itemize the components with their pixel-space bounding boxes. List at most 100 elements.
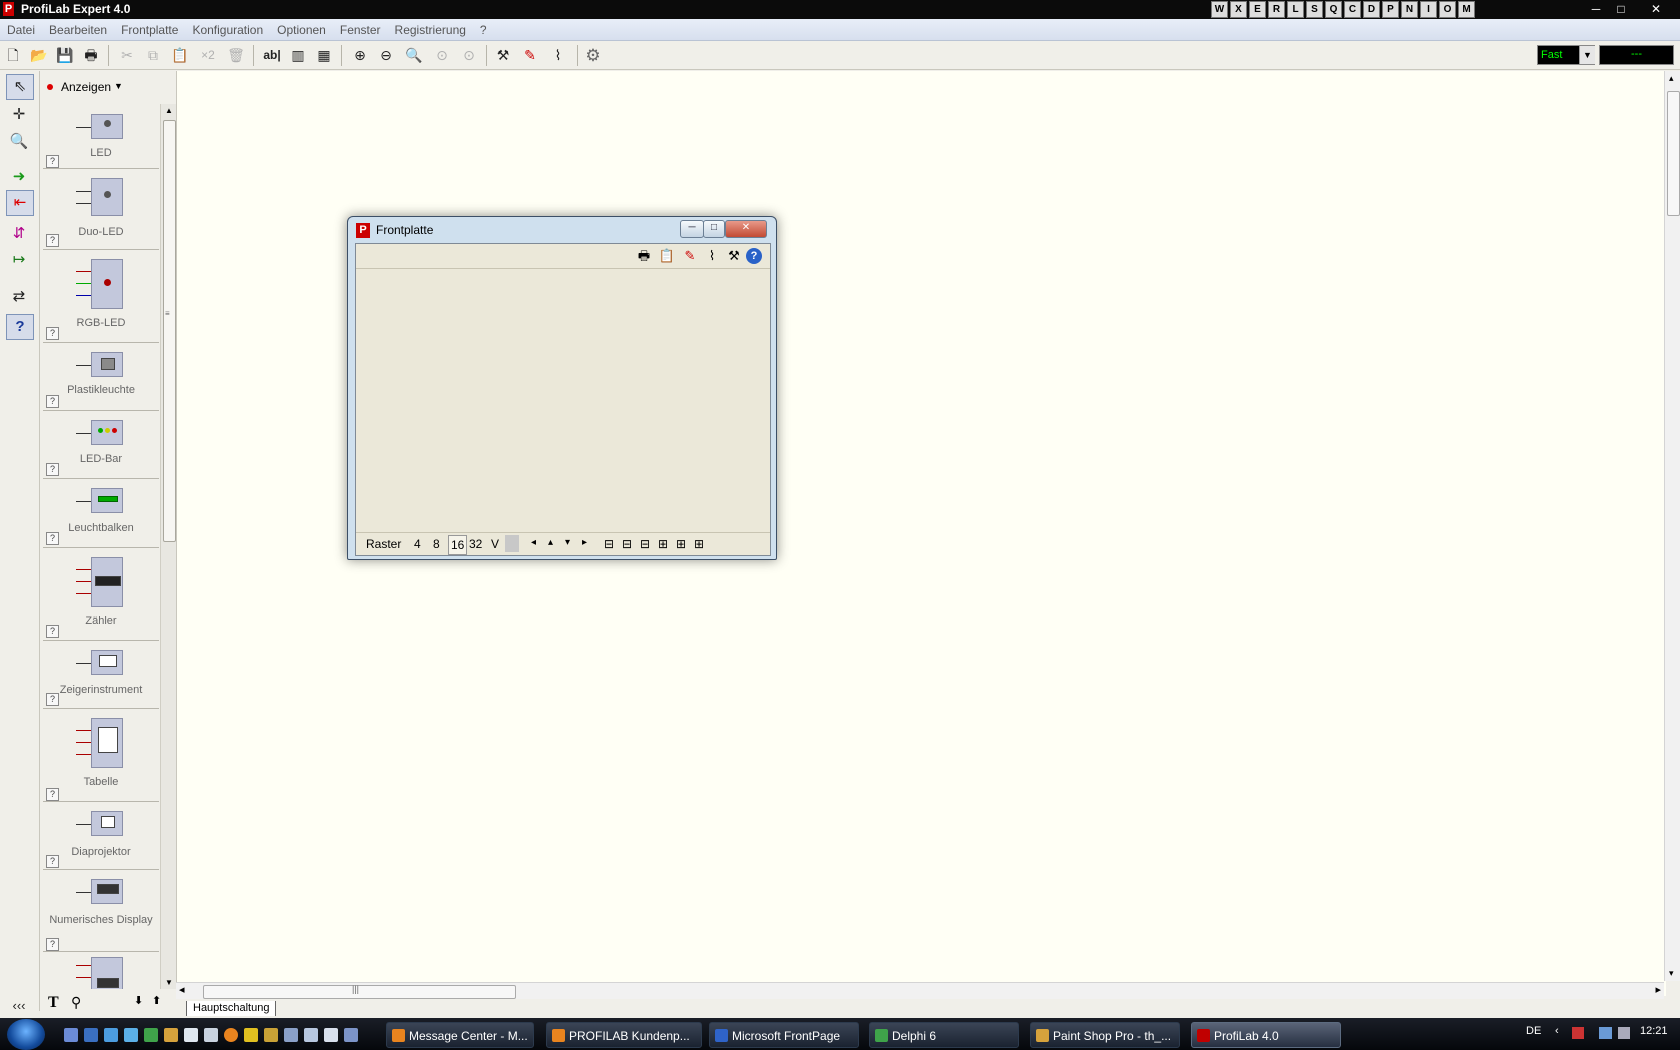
zoom-tool-icon[interactable]: 🔍 xyxy=(6,130,32,154)
app-icon[interactable]: R xyxy=(1268,1,1285,18)
maximize-button[interactable]: □ xyxy=(703,220,725,238)
zoom-in-icon[interactable]: ⊕ xyxy=(350,46,370,65)
close-button[interactable]: ✕ xyxy=(1646,1,1666,17)
collapse-panel-icon[interactable]: ‹‹‹ xyxy=(6,994,32,1018)
stop-arrow-icon[interactable]: ⇤ xyxy=(6,190,34,216)
quicklaunch-icon[interactable] xyxy=(84,1028,98,1042)
pipe-icon[interactable]: ⌇ xyxy=(548,46,568,65)
quicklaunch-icon[interactable] xyxy=(124,1028,138,1042)
chevron-down-icon[interactable]: ▼ xyxy=(1579,46,1595,64)
save-icon[interactable]: 💾 xyxy=(55,46,75,65)
help-icon[interactable]: ? xyxy=(46,938,59,951)
quicklaunch-icon[interactable] xyxy=(284,1028,298,1042)
grid-icon[interactable]: ▥ xyxy=(288,46,308,65)
start-button[interactable] xyxy=(7,1019,45,1050)
raster-option-v[interactable]: V xyxy=(491,537,499,551)
help-icon[interactable]: ? xyxy=(46,855,59,868)
help-icon[interactable]: ? xyxy=(46,693,59,706)
palette-item-numerisches-display[interactable]: Numerisches Display ? xyxy=(43,869,159,952)
clipboard-icon[interactable]: 📋 xyxy=(657,247,677,265)
palette-item-text-display[interactable] xyxy=(43,951,159,989)
scroll-right-icon[interactable]: ▸ xyxy=(1655,983,1661,996)
duplicate-icon[interactable]: ×2 xyxy=(198,46,218,65)
quicklaunch-icon[interactable] xyxy=(164,1028,178,1042)
print-icon[interactable]: 🖶 xyxy=(81,46,101,65)
zoom-out-icon[interactable]: ⊖ xyxy=(376,46,396,65)
arrow-left-icon[interactable]: ◂ xyxy=(531,537,536,548)
scrollbar-thumb[interactable] xyxy=(163,120,176,542)
workspace-horizontal-scrollbar[interactable]: ◂ ||| ▸ xyxy=(176,982,1664,999)
taskbar-item-message-center[interactable]: Message Center - M... xyxy=(386,1022,534,1048)
cut-icon[interactable]: ✂ xyxy=(117,46,137,65)
palette-category-select[interactable]: Anzeigen ▼ xyxy=(40,71,176,101)
quicklaunch-icon[interactable] xyxy=(324,1028,338,1042)
text-tool-icon[interactable]: T xyxy=(48,994,59,1012)
zoom-next-icon[interactable]: ⊙ xyxy=(459,46,479,65)
help-icon[interactable]: ? xyxy=(46,625,59,638)
delete-icon[interactable]: 🗑 xyxy=(226,46,246,65)
palette-item-diaprojektor[interactable]: Diaprojektor ? xyxy=(43,801,159,870)
help-icon[interactable]: ? xyxy=(46,395,59,408)
palette-item-rgb-led[interactable]: RGB-LED ? xyxy=(43,249,159,343)
align-center-icon[interactable]: ⊞ xyxy=(676,537,686,551)
quicklaunch-icon[interactable] xyxy=(244,1028,258,1042)
tab-hauptschaltung[interactable]: Hauptschaltung xyxy=(186,1001,277,1016)
hi-lo-icon[interactable]: ⇵ xyxy=(6,222,32,246)
palette-item-leuchtbalken[interactable]: Leuchtbalken ? xyxy=(43,478,159,548)
hammer-icon[interactable]: ⚒ xyxy=(724,247,744,265)
app-icon[interactable]: D xyxy=(1363,1,1380,18)
pen-icon[interactable]: ✎ xyxy=(680,247,700,265)
help-icon[interactable]: ? xyxy=(746,248,762,264)
app-icon[interactable]: Q xyxy=(1325,1,1342,18)
menu-fenster[interactable]: Fenster xyxy=(333,23,388,37)
scroll-down-icon[interactable]: ▾ xyxy=(1669,968,1674,979)
move-down-icon[interactable]: ⬇ xyxy=(134,994,143,1007)
frontplatte-window[interactable]: P Frontplatte ─ □ ✕ 🖶 📋 ✎ ⌇ ⚒ ? Raster 4… xyxy=(347,216,777,560)
zoom-fit-icon[interactable]: 🔍 xyxy=(404,46,424,65)
taskbar-item-frontpage[interactable]: Microsoft FrontPage xyxy=(709,1022,859,1048)
palette-item-zaehler[interactable]: Zähler ? xyxy=(43,547,159,641)
run-arrow-icon[interactable]: ➜ xyxy=(6,165,32,189)
chevron-left-icon[interactable]: ‹ xyxy=(1555,1025,1559,1037)
app-icon[interactable]: S xyxy=(1306,1,1323,18)
help-icon[interactable]: ? xyxy=(46,155,59,168)
help-cursor-icon[interactable]: ? xyxy=(6,314,34,340)
palette-item-zeigerinstrument[interactable]: Zeigerinstrument ? xyxy=(43,640,159,709)
palette-item-plastikleuchte[interactable]: Plastikleuchte ? xyxy=(43,342,159,411)
menu-frontplatte[interactable]: Frontplatte xyxy=(114,23,185,37)
quicklaunch-icon[interactable] xyxy=(64,1028,78,1042)
minimize-button[interactable]: ─ xyxy=(1586,1,1606,17)
pointer-tool-icon[interactable]: ⇖ xyxy=(6,74,34,100)
arrow-up-icon[interactable]: ▴ xyxy=(548,537,553,548)
raster-option-4[interactable]: 4 xyxy=(414,537,421,551)
zoom-prev-icon[interactable]: ⊙ xyxy=(432,46,452,65)
scroll-up-icon[interactable]: ▴ xyxy=(1669,73,1674,84)
frontplatte-panel-area[interactable] xyxy=(356,269,770,532)
workspace-vertical-scrollbar[interactable]: ▴ ▾ xyxy=(1664,71,1680,981)
quicklaunch-icon[interactable] xyxy=(144,1028,158,1042)
quicklaunch-icon[interactable] xyxy=(264,1028,278,1042)
menu-bearbeiten[interactable]: Bearbeiten xyxy=(42,23,114,37)
app-icon[interactable]: X xyxy=(1230,1,1247,18)
align-middle-icon[interactable]: ⊟ xyxy=(622,537,632,551)
binoculars-icon[interactable]: ⚲ xyxy=(71,994,81,1011)
volume-icon[interactable] xyxy=(1618,1027,1630,1039)
quicklaunch-icon[interactable] xyxy=(344,1028,358,1042)
raster-option-8[interactable]: 8 xyxy=(433,537,440,551)
maximize-button[interactable]: □ xyxy=(1611,1,1631,17)
close-button[interactable]: ✕ xyxy=(725,220,767,238)
taskbar-item-profilab[interactable]: ProfiLab 4.0 xyxy=(1191,1022,1341,1048)
app-icon[interactable]: O xyxy=(1439,1,1456,18)
menu-help[interactable]: ? xyxy=(473,23,494,37)
quicklaunch-icon[interactable] xyxy=(304,1028,318,1042)
swap-icon[interactable]: ⇄ xyxy=(6,285,32,309)
menu-datei[interactable]: Datei xyxy=(0,23,42,37)
menu-optionen[interactable]: Optionen xyxy=(270,23,333,37)
app-icon[interactable]: C xyxy=(1344,1,1361,18)
pen-icon[interactable]: ✎ xyxy=(520,46,540,65)
open-folder-icon[interactable]: 📂 xyxy=(29,46,49,65)
align-left-icon[interactable]: ⊞ xyxy=(658,537,668,551)
raster-option-32[interactable]: 32 xyxy=(469,537,482,551)
help-icon[interactable]: ? xyxy=(46,463,59,476)
crosshair-tool-icon[interactable]: ✛ xyxy=(6,103,32,127)
